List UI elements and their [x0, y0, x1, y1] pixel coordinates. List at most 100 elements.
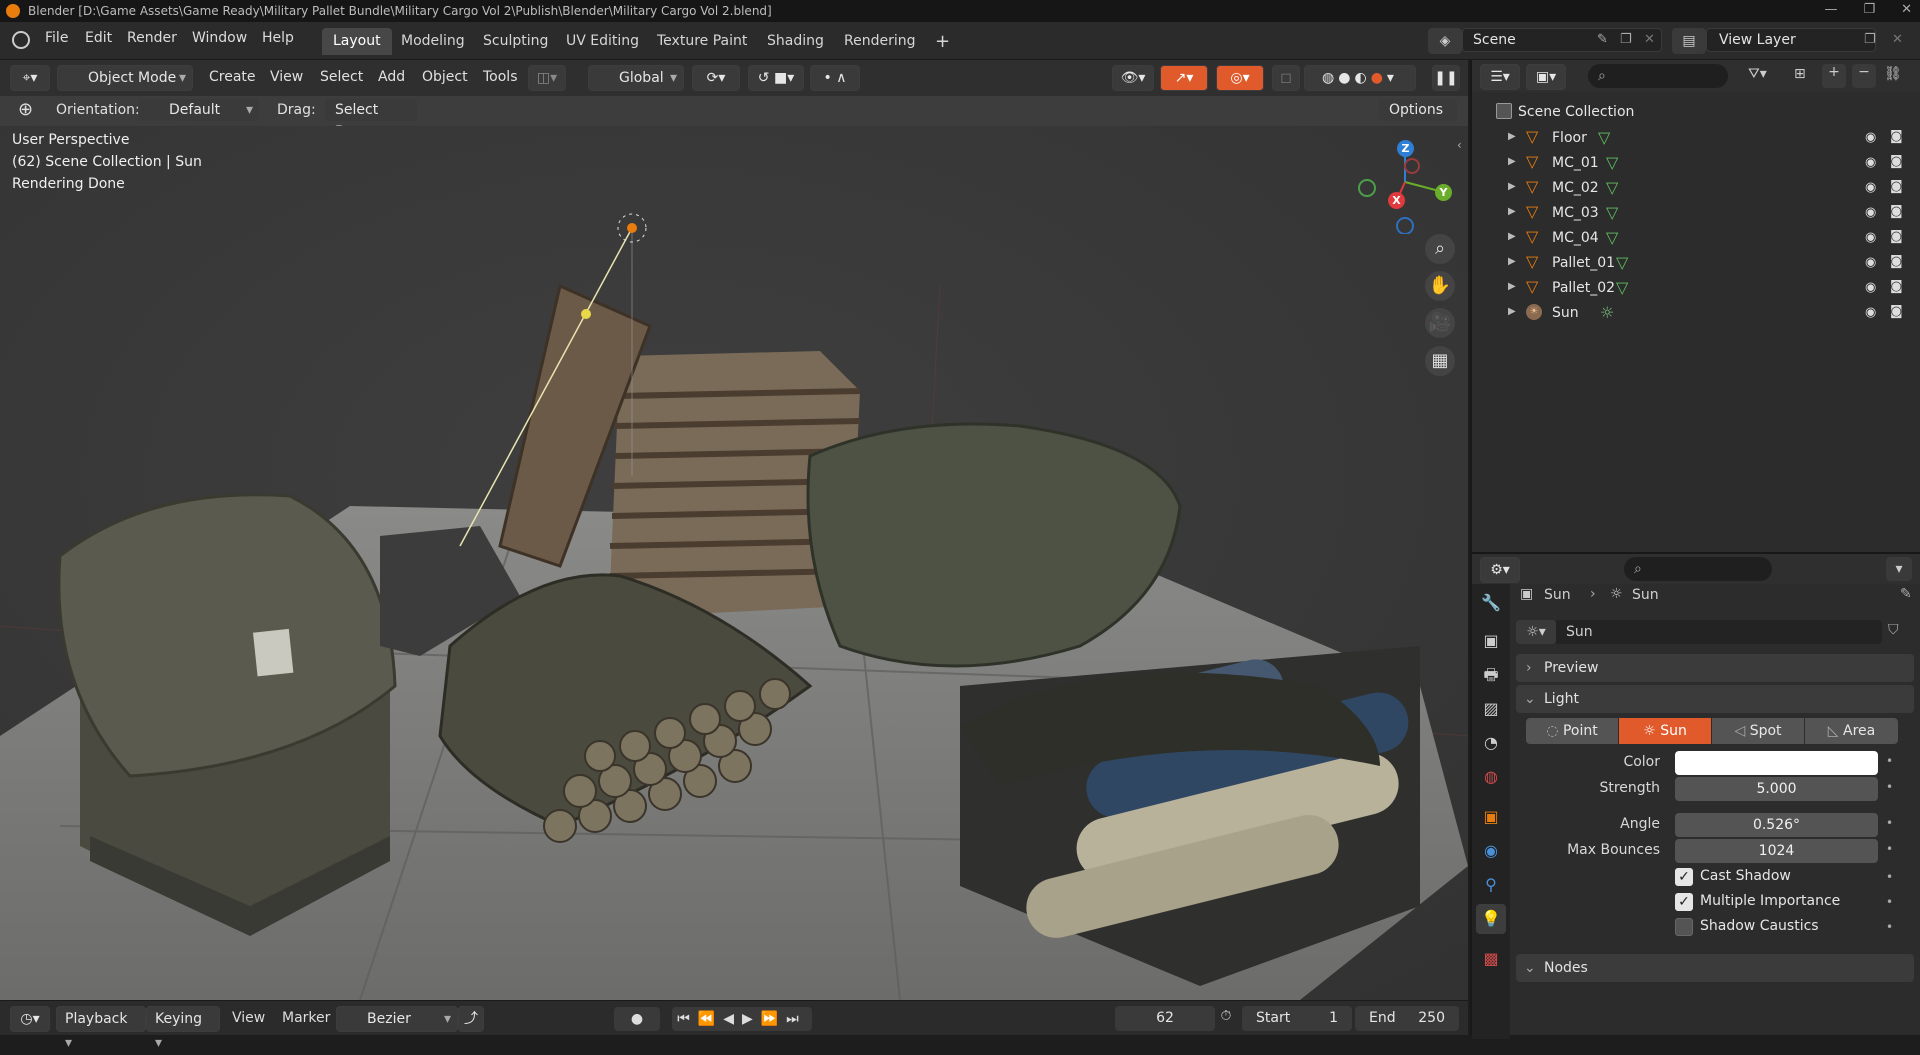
timeline-marker-menu[interactable]: Marker: [282, 1010, 330, 1026]
physics-tab-icon[interactable]: ◉: [1476, 836, 1506, 866]
outliner-item[interactable]: ▶ ▽ Pallet_02 ▽ ◉ ◙: [1472, 276, 1920, 301]
properties-editor-icon[interactable]: ⚙▾: [1480, 557, 1520, 583]
texture-tab-icon[interactable]: ▩: [1476, 944, 1506, 974]
add-icon[interactable]: +: [1822, 64, 1846, 88]
transform-orientation-dropdown[interactable]: Global ▾: [588, 65, 684, 91]
maximize-icon[interactable]: ❐: [1863, 2, 1875, 17]
keyframe-dot-icon[interactable]: •: [1886, 920, 1893, 934]
expand-arrow-icon[interactable]: ▶: [1508, 156, 1516, 167]
outliner-item[interactable]: ▶ ▽ MC_02 ▽ ◉ ◙: [1472, 176, 1920, 201]
visibility-eye-icon[interactable]: ◉: [1865, 230, 1876, 245]
gizmo-z-axis[interactable]: Z: [1397, 140, 1414, 157]
mesh-data-icon[interactable]: ▽: [1606, 178, 1618, 197]
gizmo-y-axis[interactable]: Y: [1435, 184, 1452, 201]
strength-field[interactable]: 5.000: [1675, 777, 1878, 801]
scene-tab-icon[interactable]: ◔: [1476, 728, 1506, 758]
filter-icon[interactable]: ⛛▾: [1748, 66, 1767, 82]
mesh-data-icon[interactable]: ▽: [1606, 153, 1618, 172]
editor-type-icon[interactable]: ⌖▾: [10, 65, 50, 91]
pause-render-icon[interactable]: ❚❚: [1432, 65, 1460, 91]
stopwatch-icon[interactable]: ⏱: [1214, 1008, 1238, 1030]
render-tab-icon[interactable]: ▣: [1476, 626, 1506, 656]
view-layer-tab-icon[interactable]: ▨: [1476, 694, 1506, 724]
tool-tab-icon[interactable]: 🔧: [1476, 588, 1506, 618]
expand-arrow-icon[interactable]: ▶: [1508, 256, 1516, 267]
light-color-swatch[interactable]: [1675, 751, 1878, 775]
light-type-point[interactable]: ◌ Point: [1526, 718, 1618, 744]
light-datablock-icon[interactable]: ☼▾: [1516, 620, 1556, 644]
preview-panel-header[interactable]: › Preview: [1516, 654, 1914, 682]
fake-user-shield-icon[interactable]: ⛉: [1888, 622, 1899, 638]
view-layer-icon[interactable]: ▤: [1672, 28, 1706, 54]
mesh-data-icon[interactable]: ▽: [1616, 278, 1628, 297]
cast-shadow-checkbox[interactable]: ✓: [1675, 868, 1693, 886]
start-frame-field[interactable]: Start 1: [1242, 1006, 1352, 1031]
mesh-data-icon[interactable]: ▽: [1606, 228, 1618, 247]
mesh-data-icon[interactable]: ▽: [1598, 128, 1610, 147]
keyframe-tool-icon[interactable]: ⤴: [458, 1006, 484, 1032]
mesh-data-icon[interactable]: ▽: [1606, 203, 1618, 222]
blender-menu-icon[interactable]: [12, 31, 30, 49]
visibility-eye-icon[interactable]: ◉: [1865, 205, 1876, 220]
gizmo-toggle-icon[interactable]: ↗▾: [1160, 65, 1208, 91]
tab-layout[interactable]: Layout: [322, 28, 392, 55]
multiple-importance-checkbox[interactable]: ✓: [1675, 893, 1693, 911]
proportional-edit-icon[interactable]: • ∧: [810, 65, 860, 91]
properties-search-input[interactable]: ⌕: [1624, 557, 1772, 581]
angle-field[interactable]: 0.526°: [1675, 813, 1878, 837]
light-panel-header[interactable]: ⌄ Light: [1516, 685, 1914, 713]
keyframe-dot-icon[interactable]: •: [1886, 754, 1893, 768]
outliner-item[interactable]: ▶ ▽ MC_01 ▽ ◉ ◙: [1472, 151, 1920, 176]
new-view-layer-icon[interactable]: ❐: [1864, 32, 1876, 47]
menu-add[interactable]: Add: [378, 69, 405, 85]
menu-select[interactable]: Select: [320, 69, 363, 85]
light-data-icon[interactable]: ☼: [1600, 303, 1614, 322]
outliner-item[interactable]: ▶ ▽ MC_03 ▽ ◉ ◙: [1472, 201, 1920, 226]
menu-render[interactable]: Render: [127, 30, 177, 46]
keyframe-dot-icon[interactable]: •: [1886, 816, 1893, 830]
sidebar-toggle-icon[interactable]: ‹: [1457, 138, 1462, 152]
view-layer-field[interactable]: View Layer: [1706, 28, 1876, 52]
tab-rendering[interactable]: Rendering: [833, 28, 927, 55]
pin-icon[interactable]: ✎: [1597, 32, 1608, 47]
render-camera-icon[interactable]: ◙: [1890, 204, 1903, 219]
keyframe-dot-icon[interactable]: •: [1886, 842, 1893, 856]
render-camera-icon[interactable]: ◙: [1890, 154, 1903, 169]
overlay-toggle-icon[interactable]: ◎▾: [1216, 65, 1264, 91]
end-frame-field[interactable]: End 250: [1355, 1006, 1459, 1031]
menu-view[interactable]: View: [270, 69, 303, 85]
drag-dropdown[interactable]: Select Box▾: [324, 98, 418, 140]
render-camera-icon[interactable]: ◙: [1890, 129, 1903, 144]
delete-view-layer-icon[interactable]: ✕: [1892, 32, 1903, 47]
render-camera-icon[interactable]: ◙: [1890, 179, 1903, 194]
light-type-area[interactable]: ◺ Area: [1805, 718, 1898, 744]
nodes-panel-header[interactable]: ⌄ Nodes: [1516, 954, 1914, 982]
keying-menu[interactable]: Keying ▾: [146, 1006, 220, 1051]
zoom-icon[interactable]: ⌕: [1425, 234, 1455, 264]
render-camera-icon[interactable]: ◙: [1890, 304, 1903, 319]
visibility-eye-icon[interactable]: ◉: [1865, 305, 1876, 320]
playback-controls[interactable]: ⏮⏪◀▶⏩⏭: [672, 1007, 812, 1031]
keyframe-dot-icon[interactable]: •: [1886, 870, 1893, 884]
tab-sculpting[interactable]: Sculpting: [472, 28, 559, 55]
properties-options-icon[interactable]: ▾: [1886, 557, 1912, 581]
render-camera-icon[interactable]: ◙: [1890, 254, 1903, 269]
visibility-eye-icon[interactable]: ◉: [1865, 255, 1876, 270]
active-tool-icon[interactable]: ⊕: [18, 99, 33, 120]
light-type-sun[interactable]: ☼ Sun: [1619, 718, 1711, 744]
max-bounces-field[interactable]: 1024: [1675, 839, 1878, 863]
outliner-search-input[interactable]: ⌕: [1588, 64, 1728, 88]
light-type-spot[interactable]: ◁ Spot: [1712, 718, 1804, 744]
3d-viewport[interactable]: User Perspective (62) Scene Collection |…: [0, 126, 1468, 1000]
display-mode-icon[interactable]: ▣▾: [1526, 64, 1566, 90]
menu-window[interactable]: Window: [192, 30, 247, 46]
output-tab-icon[interactable]: 🖶: [1476, 660, 1506, 690]
interpolation-dropdown[interactable]: Bezier ▾: [336, 1006, 458, 1032]
tab-shading[interactable]: Shading: [756, 28, 835, 55]
xray-icon[interactable]: ◻: [1272, 65, 1300, 91]
world-tab-icon[interactable]: ◍: [1476, 762, 1506, 792]
timeline-editor-icon[interactable]: ◷▾: [10, 1006, 50, 1032]
playback-menu[interactable]: Playback ▾: [56, 1006, 146, 1051]
keyframe-dot-icon[interactable]: •: [1886, 895, 1893, 909]
outliner-item[interactable]: ▶ ▽ Pallet_01 ▽ ◉ ◙: [1472, 251, 1920, 276]
